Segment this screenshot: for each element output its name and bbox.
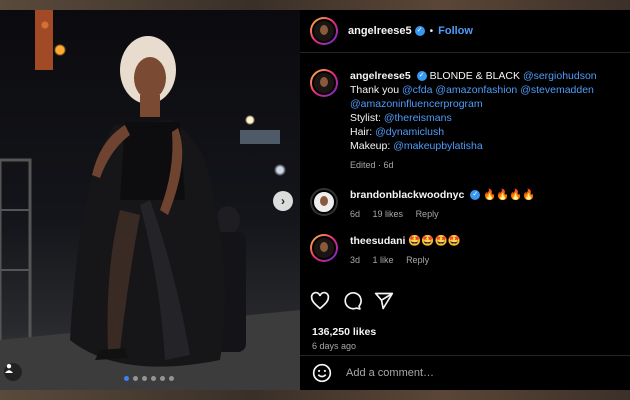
comment-meta: 6d 19 likes Reply	[350, 207, 536, 221]
caption-body: angelreese5 ✓ BLONDE & BLACK @sergiohuds…	[350, 69, 597, 172]
follow-button[interactable]: Follow	[438, 25, 473, 37]
mention-link[interactable]: @cfda	[402, 84, 433, 96]
share-icon[interactable]	[374, 291, 394, 311]
emoji-icon[interactable]	[312, 363, 332, 383]
verified-icon: ✓	[416, 71, 427, 82]
post-header: angelreese5 ✓ • Follow	[300, 10, 630, 53]
author-avatar[interactable]	[310, 17, 338, 45]
comment-meta: 3d 1 like Reply	[350, 253, 461, 267]
verified-icon: ✓	[470, 190, 481, 201]
caption-thanks: Thank you	[350, 84, 400, 96]
post-timestamp[interactable]: 6 days ago	[312, 341, 356, 351]
mention-link[interactable]: @dynamiclush	[375, 126, 444, 138]
carousel-dot	[151, 376, 156, 381]
comment-likes[interactable]: 19 likes	[373, 209, 404, 219]
caption-hair-label: Hair:	[350, 126, 373, 138]
post-actions	[310, 291, 394, 311]
carousel-dot	[169, 376, 174, 381]
caption-stylist-label: Stylist:	[350, 112, 381, 124]
mention-link[interactable]: @sergiohudson	[523, 70, 597, 82]
post-side-panel: angelreese5 ✓ • Follow angelreese5 ✓ BLO…	[300, 10, 630, 390]
caption-makeup-label: Makeup:	[350, 140, 391, 152]
comment-reply-button[interactable]: Reply	[416, 209, 439, 219]
tagged-users-button[interactable]	[4, 363, 22, 381]
likes-count[interactable]: 136,250 likes	[312, 326, 376, 338]
post-modal: › angelreese5 ✓ • Follow angelreese5 ✓ B…	[0, 10, 630, 390]
post-photo	[0, 10, 300, 390]
carousel-dot	[133, 376, 138, 381]
carousel-dot-active	[124, 376, 129, 381]
comment-text: 🤩🤩🤩🤩	[408, 235, 461, 247]
comment-item: theesudani 🤩🤩🤩🤩 3d 1 like Reply	[310, 234, 620, 267]
comments-list[interactable]: angelreese5 ✓ BLONDE & BLACK @sergiohuds…	[300, 53, 630, 278]
add-comment-bar	[300, 355, 630, 390]
post-media[interactable]: ›	[0, 10, 300, 390]
caption: angelreese5 ✓ BLONDE & BLACK @sergiohuds…	[310, 69, 620, 172]
comment-icon[interactable]	[342, 291, 362, 311]
comment-body: theesudani 🤩🤩🤩🤩 3d 1 like Reply	[350, 234, 461, 267]
commenter-avatar[interactable]	[310, 188, 338, 216]
author-username[interactable]: angelreese5	[348, 25, 412, 37]
next-image-button[interactable]: ›	[273, 191, 293, 211]
carousel-dot	[142, 376, 147, 381]
caption-meta: Edited · 6d	[350, 160, 394, 170]
mention-link[interactable]: @thereismans	[384, 112, 452, 124]
caption-avatar[interactable]	[310, 69, 338, 97]
commenter-avatar[interactable]	[310, 234, 338, 262]
commenter-username[interactable]: theesudani	[350, 235, 405, 247]
comment-text: 🔥🔥🔥🔥	[483, 189, 536, 201]
header-separator: •	[429, 25, 434, 37]
comment-time: 3d	[350, 255, 361, 265]
comment-likes[interactable]: 1 like	[373, 255, 394, 265]
caption-title: BLONDE & BLACK	[429, 70, 521, 82]
heart-icon[interactable]	[310, 291, 330, 311]
comment-body: brandonblackwoodnyc ✓ 🔥🔥🔥🔥 6d 19 likes R…	[350, 188, 536, 221]
mention-link[interactable]: @makeupbylatisha	[393, 140, 482, 152]
verified-icon: ✓	[414, 26, 425, 36]
chevron-right-icon: ›	[281, 194, 285, 208]
mention-link[interactable]: @amazonfashion	[435, 84, 517, 96]
user-tag-icon	[5, 364, 13, 373]
comment-reply-button[interactable]: Reply	[406, 255, 429, 265]
mention-link[interactable]: @stevemadden	[520, 84, 594, 96]
commenter-username[interactable]: brandonblackwoodnyc	[350, 189, 464, 201]
carousel-dot	[160, 376, 165, 381]
caption-username[interactable]: angelreese5	[350, 70, 411, 82]
comment-item: brandonblackwoodnyc ✓ 🔥🔥🔥🔥 6d 19 likes R…	[310, 188, 620, 221]
mention-link[interactable]: @amazoninfluencerprogram	[350, 98, 483, 110]
add-comment-input[interactable]	[344, 366, 588, 380]
carousel-indicator	[124, 376, 174, 381]
comment-time: 6d	[350, 209, 361, 219]
